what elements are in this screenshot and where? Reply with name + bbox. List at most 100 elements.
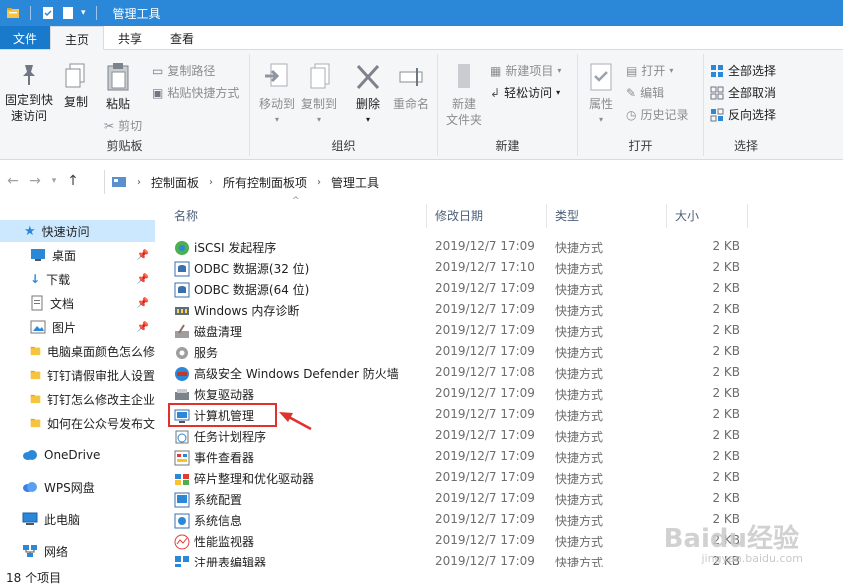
explorer-app-icon[interactable]: [6, 6, 20, 20]
crumb-separator-icon[interactable]: ›: [209, 177, 213, 188]
pin-icon[interactable]: 📌: [137, 274, 149, 285]
file-size: 2 KB: [712, 239, 740, 253]
file-type: 快捷方式: [555, 556, 604, 567]
properties-button[interactable]: 属性 ▾: [582, 62, 620, 128]
copy-to-button[interactable]: 复制到 ▾: [298, 62, 340, 128]
table-row[interactable]: ODBC 数据源(32 位) 2019/12/7 17:10 快捷方式 2 KB: [162, 258, 843, 279]
table-row[interactable]: 碎片整理和优化驱动器 2019/12/7 17:09 快捷方式 2 KB: [162, 468, 843, 489]
back-arrow-icon[interactable]: ←: [4, 173, 22, 189]
history-icon: ◷: [626, 107, 637, 122]
sidebar-item-downloads[interactable]: ↓ 下载 📌: [0, 268, 155, 290]
select-all-button[interactable]: 全部选择: [710, 62, 776, 79]
file-date: 2019/12/7 17:09: [435, 281, 535, 295]
file-size: 2 KB: [712, 407, 740, 421]
sidebar-item-label: OneDrive: [44, 448, 101, 462]
recent-dropdown-icon[interactable]: ▾: [48, 176, 60, 186]
clipboard-group: 固定到快速访问 复制 粘贴 ▭ 复制路径 ▣ 粘贴快捷方式 ✂ 剪切 剪贴板: [0, 54, 250, 156]
sidebar-item-folder[interactable]: 如何在公众号发布文: [0, 412, 155, 434]
tab-view[interactable]: 查看: [156, 26, 208, 49]
table-row[interactable]: ODBC 数据源(64 位) 2019/12/7 17:09 快捷方式 2 KB: [162, 279, 843, 300]
title-bar: ▾ 管理工具: [0, 0, 843, 26]
sidebar-item-folder[interactable]: 钉钉请假审批人设置: [0, 364, 155, 386]
pin-icon[interactable]: 📌: [137, 250, 149, 261]
file-name: 系统信息: [194, 514, 243, 528]
cut-button[interactable]: ✂ 剪切: [104, 117, 142, 134]
column-header-type[interactable]: 类型: [555, 204, 665, 226]
history-button[interactable]: ◷ 历史记录: [626, 106, 689, 123]
explorer-window: ▾ 管理工具 文件 主页 共享 查看 固定到快速访问 复制 粘贴 ▭ 复制路径 …: [0, 0, 843, 587]
breadcrumb[interactable]: › 控制面板 › 所有控制面板项 › 管理工具: [104, 170, 843, 194]
properties-dropdown-icon: ▾: [598, 115, 603, 124]
column-header-date[interactable]: 修改日期: [435, 204, 545, 226]
sidebar-item-label: 钉钉请假审批人设置: [46, 368, 155, 383]
new-item-button[interactable]: ▦ 新建项目 ▾: [490, 62, 561, 79]
easy-access-button[interactable]: ↲ 轻松访问 ▾: [490, 84, 560, 101]
table-row[interactable]: iSCSI 发起程序 2019/12/7 17:09 快捷方式 2 KB: [162, 237, 843, 258]
forward-arrow-icon[interactable]: →: [26, 173, 44, 189]
sidebar-item-label: 如何在公众号发布文: [46, 416, 155, 431]
crumb-control-panel[interactable]: 控制面板: [151, 174, 199, 191]
tab-file[interactable]: 文件: [0, 26, 51, 49]
annotation-arrow-icon: [279, 412, 312, 431]
address-bar-row: ← → ▾ ↑ › 控制面板 › 所有控制面板项 › 管理工具: [0, 166, 843, 196]
sidebar-item-documents[interactable]: 文档 📌: [0, 292, 155, 314]
crumb-separator-icon[interactable]: ›: [317, 177, 321, 188]
paste-button[interactable]: 粘贴: [100, 62, 136, 112]
new-folder-quick-icon[interactable]: [61, 6, 75, 20]
sidebar-item-this-pc[interactable]: 此电脑: [0, 508, 155, 530]
paste-shortcut-button[interactable]: ▣ 粘贴快捷方式: [152, 84, 239, 101]
up-arrow-icon[interactable]: ↑: [64, 173, 82, 189]
file-list: ^ 名称 修改日期 类型 大小 iSCSI 发起程序 2019/12/7 17:…: [162, 196, 843, 567]
new-folder-button[interactable]: 新建 文件夹: [442, 62, 486, 128]
crumb-separator-icon[interactable]: ›: [137, 177, 141, 188]
easy-access-label: 轻松访问: [504, 86, 553, 100]
crumb-admin-tools[interactable]: 管理工具: [331, 174, 379, 191]
open-group-label: 打开: [628, 139, 653, 153]
new-folder-label: 新建 文件夹: [445, 97, 482, 127]
properties-quick-icon[interactable]: [41, 6, 55, 20]
table-row[interactable]: 高级安全 Windows Defender 防火墙 2019/12/7 17:0…: [162, 363, 843, 384]
open-button[interactable]: ▤ 打开 ▾: [626, 62, 673, 79]
sidebar-item-pictures[interactable]: 图片 📌: [0, 316, 155, 338]
copy-icon: [65, 63, 85, 88]
edit-button[interactable]: ✎ 编辑: [626, 84, 664, 101]
properties-icon: [590, 63, 612, 91]
quick-access-dropdown-icon[interactable]: ▾: [81, 8, 86, 18]
table-row[interactable]: 事件查看器 2019/12/7 17:09 快捷方式 2 KB: [162, 447, 843, 468]
tab-share[interactable]: 共享: [104, 26, 156, 49]
sidebar-item-network[interactable]: 网络: [0, 540, 155, 562]
sidebar-item-quick-access[interactable]: ★ 快速访问: [0, 220, 155, 242]
select-none-button[interactable]: 全部取消: [710, 84, 776, 101]
move-to-button[interactable]: 移动到 ▾: [256, 62, 298, 128]
table-row[interactable]: Windows 内存诊断 2019/12/7 17:09 快捷方式 2 KB: [162, 300, 843, 321]
tab-home[interactable]: 主页: [50, 26, 105, 50]
table-row[interactable]: 任务计划程序 2019/12/7 17:09 快捷方式 2 KB: [162, 426, 843, 447]
table-row[interactable]: 恢复驱动器 2019/12/7 17:09 快捷方式 2 KB: [162, 384, 843, 405]
sidebar-item-wps-cloud[interactable]: WPS网盘: [0, 476, 155, 498]
delete-button[interactable]: 删除 ▾: [350, 62, 386, 128]
sidebar-item-folder[interactable]: 电脑桌面颜色怎么修: [0, 340, 155, 362]
document-icon: [31, 295, 43, 311]
file-name: 服务: [194, 346, 219, 360]
rename-button[interactable]: 重命名: [390, 62, 432, 112]
invert-selection-button[interactable]: 反向选择: [710, 106, 776, 123]
crumb-all-items[interactable]: 所有控制面板项: [223, 174, 307, 191]
copy-path-button[interactable]: ▭ 复制路径: [152, 62, 215, 79]
column-header-name[interactable]: 名称: [174, 204, 424, 226]
table-row[interactable]: 磁盘清理 2019/12/7 17:09 快捷方式 2 KB: [162, 321, 843, 342]
performance-monitor-icon: [174, 534, 190, 549]
move-to-icon: [265, 63, 288, 87]
pin-icon[interactable]: 📌: [137, 298, 149, 309]
file-date: 2019/12/7 17:10: [435, 260, 535, 274]
new-item-dropdown-icon: ▾: [557, 66, 562, 75]
copy-button[interactable]: 复制: [60, 62, 92, 110]
pin-icon[interactable]: 📌: [137, 322, 149, 333]
file-date: 2019/12/7 17:09: [435, 323, 535, 337]
sidebar-item-folder[interactable]: 钉钉怎么修改主企业: [0, 388, 155, 410]
table-row[interactable]: 系统配置 2019/12/7 17:09 快捷方式 2 KB: [162, 489, 843, 510]
pin-quick-access-button[interactable]: 固定到快速访问: [2, 62, 56, 124]
table-row[interactable]: 服务 2019/12/7 17:09 快捷方式 2 KB: [162, 342, 843, 363]
sidebar-item-desktop[interactable]: 桌面 📌: [0, 244, 155, 266]
column-header-size[interactable]: 大小: [675, 204, 745, 226]
sidebar-item-onedrive[interactable]: OneDrive: [0, 444, 155, 466]
